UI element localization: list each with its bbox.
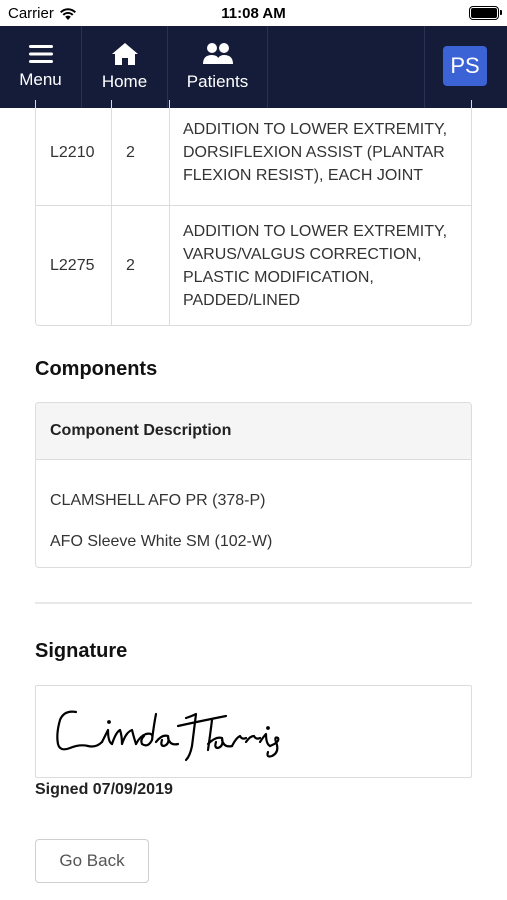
list-item: CLAMSHELL AFO PR (378-P) — [50, 492, 266, 509]
signature-box — [35, 685, 472, 778]
component-description-header: Component Description — [36, 403, 471, 460]
components-table: Component Description CLAMSHELL AFO PR (… — [35, 402, 472, 568]
menu-label: Menu — [19, 70, 62, 89]
code-cell: L2275 — [36, 206, 112, 325]
home-label: Home — [101, 72, 148, 91]
status-bar: Carrier 11:08 AM — [0, 0, 507, 26]
battery-icon — [469, 6, 502, 20]
section-divider — [35, 602, 472, 604]
top-nav-bar: Menu Home Patients PS — [0, 26, 507, 108]
list-item: AFO Sleeve White SM (102-W) — [50, 533, 273, 550]
nav-separator — [424, 26, 425, 108]
menu-button[interactable]: Menu — [0, 26, 82, 108]
components-heading: Components — [35, 358, 158, 380]
patients-button[interactable]: Patients — [168, 26, 268, 108]
home-button[interactable]: Home — [82, 26, 168, 108]
order-detail-content[interactable]: L2210 2 ADDITION TO LOWER EXTREMITY, DOR… — [0, 100, 507, 900]
table-row: L2275 2 ADDITION TO LOWER EXTREMITY, VAR… — [36, 205, 471, 325]
patients-label: Patients — [186, 72, 249, 91]
clock: 11:08 AM — [221, 5, 286, 22]
billing-codes-table: L2210 2 ADDITION TO LOWER EXTREMITY, DOR… — [35, 100, 472, 326]
description-cell: ADDITION TO LOWER EXTREMITY, DORSIFLEXIO… — [183, 121, 448, 184]
go-back-button[interactable]: Go Back — [35, 839, 149, 883]
description-cell: ADDITION TO LOWER EXTREMITY, VARUS/VALGU… — [183, 222, 448, 309]
user-avatar-button[interactable]: PS — [443, 46, 487, 86]
handwritten-signature — [56, 710, 280, 762]
home-icon — [111, 43, 138, 65]
code-cell: L2210 — [36, 100, 112, 205]
users-icon — [202, 43, 233, 64]
signed-date: Signed 07/09/2019 — [35, 781, 173, 798]
quantity-cell: 2 — [112, 206, 170, 325]
quantity-cell: 2 — [112, 100, 170, 205]
signature-heading: Signature — [35, 640, 128, 662]
table-row: L2210 2 ADDITION TO LOWER EXTREMITY, DOR… — [36, 100, 471, 205]
hamburger-menu-icon — [28, 45, 53, 63]
